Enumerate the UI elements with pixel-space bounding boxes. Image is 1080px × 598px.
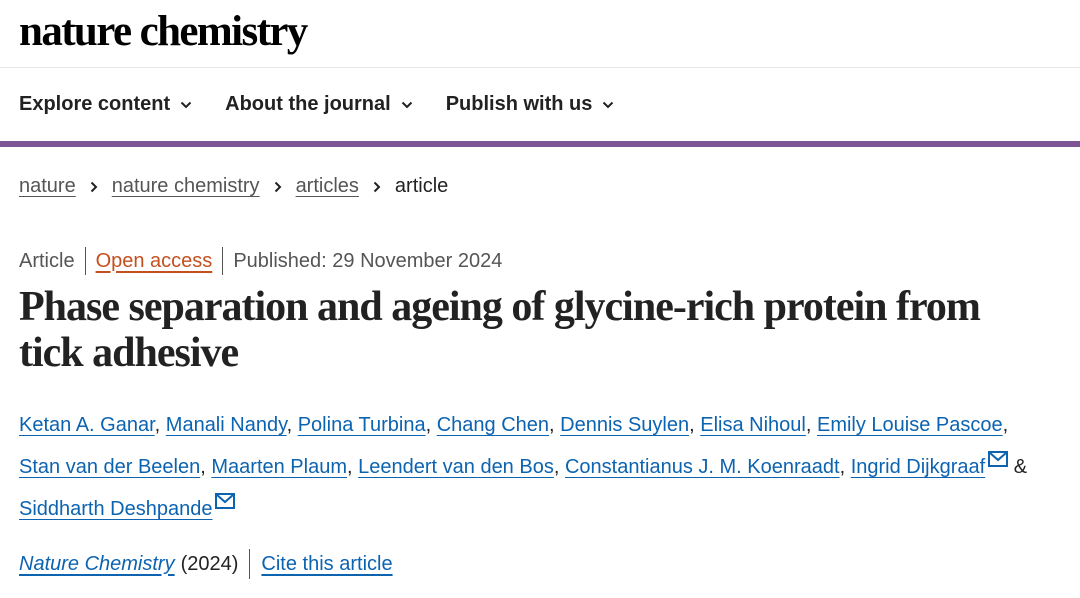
chevron-down-icon xyxy=(401,101,412,108)
citation-divider xyxy=(249,549,251,579)
author-link[interactable]: Ingrid Dijkgraaf xyxy=(851,456,986,478)
nav-publish-with-us[interactable]: Publish with us xyxy=(446,93,615,116)
author-link[interactable]: Chang Chen xyxy=(437,414,549,436)
nav-item-label: Explore content xyxy=(19,93,171,115)
published-date: Published: 29 November 2024 xyxy=(233,249,503,272)
nav-list: Explore content About the journal Publis… xyxy=(19,68,647,141)
breadcrumb-current: article xyxy=(394,175,449,197)
chevron-down-icon xyxy=(180,101,192,108)
chevron-right-icon xyxy=(90,181,98,192)
author-link[interactable]: Dennis Suylen xyxy=(560,414,689,436)
meta-divider xyxy=(84,247,86,275)
breadcrumb: nature nature chemistry articles article xyxy=(19,175,448,198)
publication-year: (2024) xyxy=(180,552,239,575)
author-link[interactable]: Emily Louise Pascoe xyxy=(817,414,1003,436)
mail-icon[interactable] xyxy=(215,493,236,509)
breadcrumb-link-articles[interactable]: articles xyxy=(296,175,359,198)
breadcrumb-link-nature[interactable]: nature xyxy=(19,175,76,198)
journal-logo[interactable]: nature chemistry xyxy=(19,4,308,60)
chevron-right-icon xyxy=(274,181,281,192)
author-link[interactable]: Maarten Plaum xyxy=(211,456,347,478)
author-link[interactable]: Siddharth Deshpande xyxy=(19,498,212,520)
site-header: nature chemistry xyxy=(0,0,1080,68)
nav-about-journal[interactable]: About the journal xyxy=(225,93,413,116)
author-link[interactable]: Stan van der Beelen xyxy=(19,456,200,478)
chevron-down-icon xyxy=(603,101,614,108)
main-nav: Explore content About the journal Publis… xyxy=(0,68,1080,147)
author-link[interactable]: Manali Nandy xyxy=(166,414,287,436)
meta-divider xyxy=(222,247,224,275)
nav-item-label: Publish with us xyxy=(445,93,593,115)
article-title: Phase separation and ageing of glycine-r… xyxy=(19,284,981,376)
mail-icon[interactable] xyxy=(988,451,1009,467)
open-access-link[interactable]: Open access xyxy=(96,250,213,273)
citation-line: Nature Chemistry (2024) Cite this articl… xyxy=(19,549,393,579)
author-link[interactable]: Constantianus J. M. Koenraadt xyxy=(565,456,840,478)
author-link[interactable]: Elisa Nihoul xyxy=(700,414,806,436)
cite-this-article-link[interactable]: Cite this article xyxy=(261,553,392,576)
nav-explore-content[interactable]: Explore content xyxy=(19,93,192,116)
author-link[interactable]: Leendert van den Bos xyxy=(358,456,554,478)
journal-link[interactable]: Nature Chemistry xyxy=(19,553,175,576)
article-type: Article xyxy=(19,249,75,272)
article-meta: Article Open access Published: 29 Novemb… xyxy=(19,247,502,275)
chevron-right-icon xyxy=(373,181,381,192)
author-link[interactable]: Polina Turbina xyxy=(298,414,426,436)
breadcrumb-link-nature-chemistry[interactable]: nature chemistry xyxy=(112,175,260,198)
author-list: Ketan A. Ganar, Manali Nandy, Polina Tur… xyxy=(19,414,1028,520)
author-link[interactable]: Ketan A. Ganar xyxy=(19,414,155,436)
nav-item-label: About the journal xyxy=(225,93,391,115)
